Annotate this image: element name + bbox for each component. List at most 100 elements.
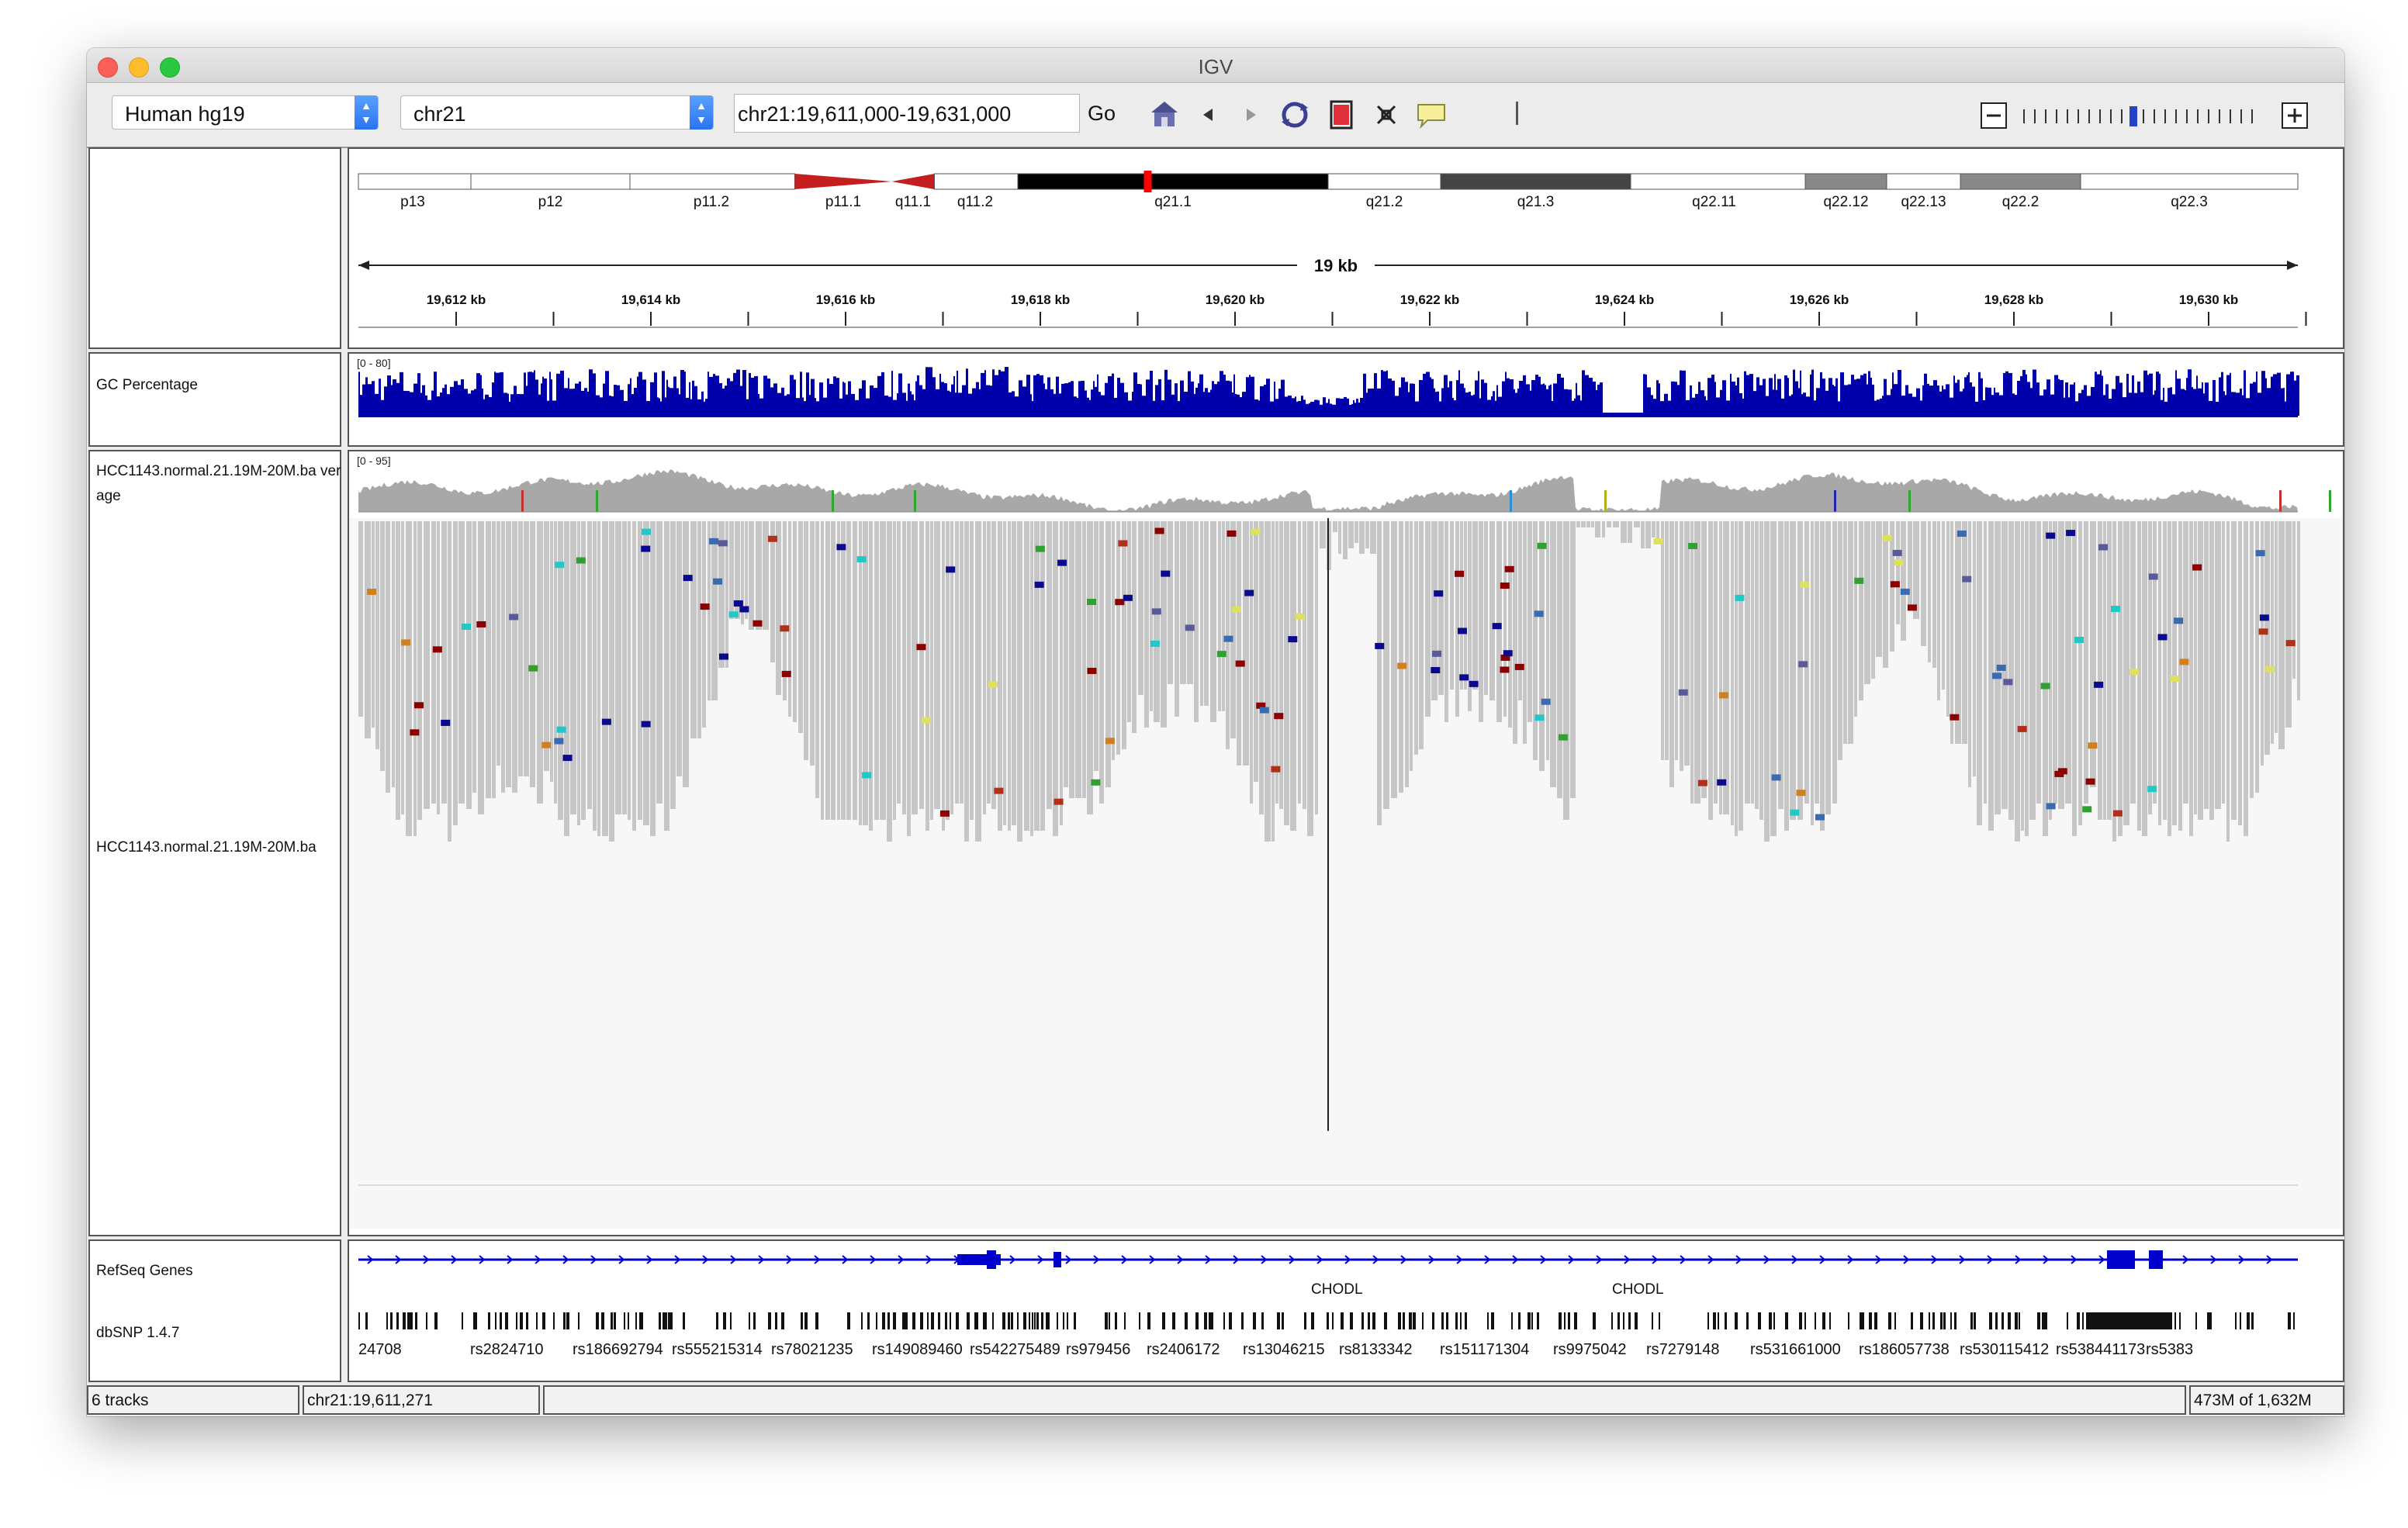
snp-marker (1229, 1312, 1232, 1329)
read-column (1359, 521, 1365, 554)
zoom-slider-tick (2175, 109, 2177, 123)
popup-text-icon[interactable] (1410, 94, 1452, 136)
locus-input[interactable]: chr21:19,611,000-19,631,000 (734, 94, 1080, 133)
mismatch-base (1154, 527, 1164, 534)
snp-marker (596, 1312, 599, 1329)
header-data-panel[interactable]: p13 p12 p11.2 p11.1 q11.1 q11.2 q21.1 q21.2 q21.… (348, 147, 2344, 349)
mismatch-base (2258, 628, 2268, 635)
read-column (2142, 521, 2147, 836)
snp-marker (1860, 1312, 1862, 1329)
read-column (1595, 521, 1600, 538)
read-column (1237, 521, 1241, 766)
read-column (2025, 521, 2029, 836)
snp-marker (1559, 1312, 1562, 1329)
gc-data-panel[interactable]: [0 - 80] (348, 352, 2344, 447)
read-column (880, 521, 886, 820)
status-track-count: 6 tracks (87, 1385, 299, 1415)
read-column (2255, 521, 2259, 793)
toolbar-separator (1516, 102, 1518, 125)
read-column (815, 521, 819, 798)
back-icon[interactable] (1187, 94, 1229, 136)
snp-marker (1211, 1312, 1213, 1329)
zoom-out-icon[interactable] (1980, 102, 2008, 130)
track-name-coverage[interactable]: HCC1143.normal.21.19M-20M.ba verage (96, 459, 341, 509)
read-column (1708, 521, 1713, 820)
mismatch-base (713, 578, 723, 585)
ruler-tick-label: 19,614 kb (621, 292, 681, 307)
snp-marker (1023, 1312, 1026, 1329)
mismatch-base (2111, 606, 2121, 613)
snp-marker (1862, 1312, 1864, 1329)
read-column (863, 521, 868, 825)
read-column (392, 521, 395, 787)
read-column (1932, 521, 1936, 668)
read-column (2172, 521, 2177, 825)
read-column (897, 521, 901, 804)
snp-marker (1465, 1312, 1467, 1329)
read-column (670, 521, 676, 809)
read-column (1047, 521, 1052, 809)
snp-marker (1920, 1312, 1923, 1329)
feature-data-panel[interactable]: CHODL CHODL 24708 rs2824710 rs186692794 rs5… (348, 1239, 2344, 1382)
genome-dropdown[interactable]: Human hg19 ▲ ▼ (112, 95, 379, 130)
read-column (1665, 521, 1669, 760)
read-column (1391, 521, 1397, 798)
bam-data-panel[interactable]: [0 - 95] (348, 450, 2344, 1236)
read-column (1921, 521, 1926, 646)
feature-name-panel: RefSeq Genes dbSNP 1.4.7 (88, 1239, 341, 1382)
read-column (1144, 521, 1149, 728)
dbsnp-track[interactable]: 24708 rs2824710 rs186692794 rs555215314 rs78… (349, 1306, 2343, 1381)
read-column (1122, 521, 1126, 749)
mismatch-base (1956, 531, 1967, 538)
go-button[interactable]: Go (1088, 102, 1116, 126)
ruler[interactable]: 19 kb 19,612 kb 19,614 kb 19,616 kb 19,618 k… (349, 149, 2343, 347)
snp-marker (804, 1312, 808, 1329)
chromosome-dropdown[interactable]: chr21 ▲ ▼ (400, 95, 714, 130)
track-name-gc[interactable]: GC Percentage (96, 377, 198, 394)
track-name-refseq[interactable]: RefSeq Genes (96, 1263, 193, 1280)
snp-marker (1911, 1312, 1913, 1329)
home-icon[interactable] (1143, 94, 1185, 136)
coverage-mismatch-bar (1604, 490, 1607, 512)
snp-marker (1518, 1312, 1521, 1329)
mismatch-base (862, 772, 872, 779)
snp-marker (1172, 1312, 1175, 1329)
mismatch-base (2255, 550, 2265, 557)
snp-marker (1455, 1312, 1458, 1329)
read-column (887, 521, 892, 842)
gene-label-2: CHODL (1612, 1281, 1664, 1298)
read-column (386, 521, 390, 793)
snp-marker (2044, 1312, 2047, 1329)
mismatch-base (1274, 713, 1284, 720)
read-column (441, 521, 447, 804)
mismatch-base (1653, 538, 1663, 544)
read-column (946, 521, 950, 820)
track-name-alignments[interactable]: HCC1143.normal.21.19M-20M.ba (96, 839, 341, 856)
mismatch-base (1035, 545, 1045, 552)
title-bar: IGV (87, 48, 2344, 83)
mismatch-base (1890, 581, 1900, 588)
snp-marker (867, 1312, 870, 1329)
snp-marker (624, 1312, 625, 1329)
snp-marker (1822, 1312, 1825, 1329)
mismatch-base (1504, 565, 1514, 572)
mismatch-base (1054, 798, 1064, 805)
refresh-icon[interactable] (1274, 94, 1316, 136)
forward-icon[interactable] (1230, 94, 1272, 136)
snp-marker (628, 1312, 629, 1329)
read-column (1527, 521, 1532, 722)
coverage-mismatch-bar (1908, 490, 1911, 512)
snp-marker (1124, 1312, 1126, 1329)
snp-marker (801, 1312, 803, 1329)
read-column (1790, 521, 1796, 820)
track-name-dbsnp[interactable]: dbSNP 1.4.7 (96, 1325, 179, 1342)
gene-exon (2149, 1250, 2163, 1269)
read-column (577, 521, 580, 825)
mismatch-base (2088, 742, 2098, 749)
roi-icon[interactable] (1320, 94, 1362, 136)
zoom-in-icon[interactable] (2281, 102, 2309, 130)
read-column (987, 521, 991, 804)
resize-icon[interactable] (1365, 94, 1407, 136)
mismatch-base (2157, 634, 2168, 641)
zoom-slider-tick (2045, 109, 2046, 123)
